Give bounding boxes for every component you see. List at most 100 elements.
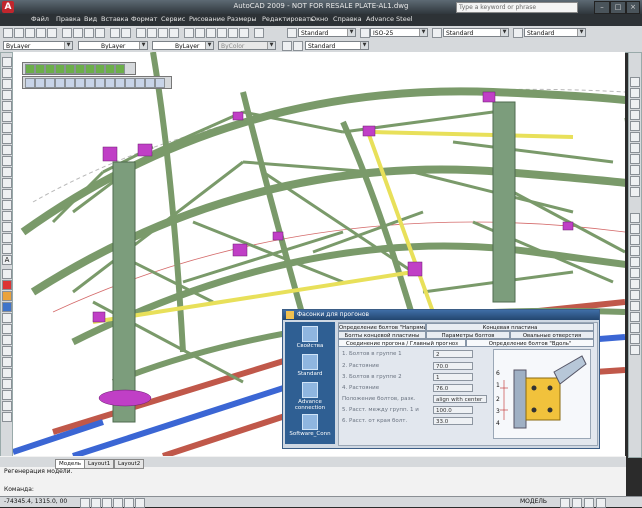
blue-sphere-icon[interactable] xyxy=(2,302,12,312)
markup-icon[interactable] xyxy=(228,28,238,38)
purlin-icon[interactable] xyxy=(45,64,55,74)
tab-bolts-across[interactable]: Определение болтов "Напрями" xyxy=(338,323,426,331)
collision-icon[interactable] xyxy=(55,78,65,88)
view-iso-ne-icon[interactable] xyxy=(630,165,640,175)
ortho-icon[interactable] xyxy=(102,498,112,508)
insert-block-icon[interactable] xyxy=(2,178,12,188)
zoom-window-icon[interactable] xyxy=(158,28,168,38)
print-icon[interactable] xyxy=(36,28,46,38)
scale-icon[interactable] xyxy=(2,335,12,345)
stretch-icon[interactable] xyxy=(2,346,12,356)
bolts-group1-input[interactable]: 2 xyxy=(433,350,473,358)
view-iso-nw-icon[interactable] xyxy=(630,176,640,186)
ucs-world-icon[interactable] xyxy=(630,224,640,234)
tab-bolts-along[interactable]: Определение болтов "Вдоль" xyxy=(466,339,594,347)
edge-distance-input[interactable]: 33.0 xyxy=(433,417,473,425)
menu-help[interactable]: Справка xyxy=(333,15,362,23)
bom-icon[interactable] xyxy=(85,78,95,88)
linetype-combo[interactable]: ByLayer ▼ xyxy=(78,41,148,50)
region-icon[interactable] xyxy=(2,233,12,243)
menu-window[interactable]: Окно xyxy=(311,15,328,23)
rectangle-icon[interactable] xyxy=(2,101,12,111)
ucs-3point-icon[interactable] xyxy=(630,301,640,311)
software-conn-button[interactable]: Software_Conn xyxy=(288,414,332,437)
truss-icon[interactable] xyxy=(55,64,65,74)
extend-icon[interactable] xyxy=(2,368,12,378)
frame-icon[interactable] xyxy=(65,64,75,74)
pan-icon[interactable] xyxy=(136,28,146,38)
paste-icon[interactable] xyxy=(84,28,94,38)
design-center-icon[interactable] xyxy=(195,28,205,38)
cut-icon[interactable] xyxy=(62,28,72,38)
info-icon[interactable] xyxy=(155,78,165,88)
orange-sphere-icon[interactable] xyxy=(2,291,12,301)
weld-icon[interactable] xyxy=(105,64,115,74)
sheet-set-icon[interactable] xyxy=(217,28,227,38)
properties-button[interactable]: Свойства xyxy=(288,326,332,349)
circle-icon[interactable] xyxy=(2,123,12,133)
ucs-apply-icon[interactable] xyxy=(630,345,640,355)
view-left-icon[interactable] xyxy=(630,110,640,120)
menu-draw[interactable]: Рисование xyxy=(189,15,225,23)
tab-slotted-holes[interactable]: Овальные отверстия xyxy=(510,331,594,339)
ellipse-icon[interactable] xyxy=(2,156,12,166)
settings-icon[interactable] xyxy=(145,78,155,88)
ucs-icon[interactable] xyxy=(630,213,640,223)
trim-icon[interactable] xyxy=(2,357,12,367)
ucs-view-icon[interactable] xyxy=(630,268,640,278)
move-icon[interactable] xyxy=(2,313,12,323)
fillet-icon[interactable] xyxy=(2,401,12,411)
otrack-icon[interactable] xyxy=(135,498,145,508)
model-browser-icon[interactable] xyxy=(135,78,145,88)
column-icon[interactable] xyxy=(35,64,45,74)
import-icon[interactable] xyxy=(115,78,125,88)
copy-icon[interactable] xyxy=(73,28,83,38)
red-sphere-icon[interactable] xyxy=(2,280,12,290)
plot-style-combo[interactable]: ByColor ▼ xyxy=(218,41,276,50)
revision-cloud-icon[interactable] xyxy=(2,134,12,144)
filter-icon[interactable] xyxy=(35,78,45,88)
ellipse-arc-icon[interactable] xyxy=(2,167,12,177)
view-iso-sw-icon[interactable] xyxy=(630,143,640,153)
zoom-previous-icon[interactable] xyxy=(169,28,179,38)
table-style-combo[interactable]: Standard ▼ xyxy=(443,28,509,37)
spacing2-input[interactable]: 76.0 xyxy=(433,384,473,392)
search-input[interactable]: Type a keyword or phrase xyxy=(456,2,578,13)
help-icon[interactable] xyxy=(254,28,264,38)
point-icon[interactable] xyxy=(2,200,12,210)
advance-connection-button[interactable]: Advance connection xyxy=(288,382,332,411)
ucs-origin-icon[interactable] xyxy=(630,279,640,289)
view-front-icon[interactable] xyxy=(630,88,640,98)
ucs-previous-icon[interactable] xyxy=(630,235,640,245)
menu-tools[interactable]: Сервис xyxy=(161,15,185,23)
select-icon[interactable] xyxy=(25,78,35,88)
save-icon[interactable] xyxy=(25,28,35,38)
menu-file[interactable]: Файл xyxy=(31,15,49,23)
bolts-group2-input[interactable]: 1 xyxy=(433,373,473,381)
multiline-text-icon[interactable]: A xyxy=(2,255,12,265)
ucs-object-icon[interactable] xyxy=(630,257,640,267)
calculator-icon[interactable] xyxy=(239,28,249,38)
spline-icon[interactable] xyxy=(2,145,12,155)
menu-dimensions[interactable]: Размеры xyxy=(227,15,257,23)
document-manager-icon[interactable] xyxy=(125,78,135,88)
standard-button[interactable]: Standard xyxy=(288,354,332,377)
snap-icon[interactable] xyxy=(80,498,90,508)
polar-icon[interactable] xyxy=(113,498,123,508)
workspace-combo[interactable]: Standard ▼ xyxy=(305,41,369,50)
new-icon[interactable] xyxy=(3,28,13,38)
close-button[interactable]: × xyxy=(626,1,640,14)
gradient-icon[interactable] xyxy=(2,222,12,232)
match-properties-icon[interactable] xyxy=(95,28,105,38)
maximize-button[interactable]: □ xyxy=(610,1,626,14)
redo-icon[interactable] xyxy=(121,28,131,38)
menu-edit[interactable]: Правка xyxy=(56,15,81,23)
explode-icon[interactable] xyxy=(2,412,12,422)
undo-icon[interactable] xyxy=(110,28,120,38)
tab-bolt-parameters[interactable]: Параметры болтов xyxy=(426,331,510,339)
group-distance-input[interactable]: 100.0 xyxy=(433,406,473,414)
ucs-y-icon[interactable] xyxy=(630,323,640,333)
osnap-icon[interactable] xyxy=(124,498,134,508)
polyline-icon[interactable] xyxy=(2,79,12,89)
command-prompt[interactable]: Команда: xyxy=(4,486,34,493)
